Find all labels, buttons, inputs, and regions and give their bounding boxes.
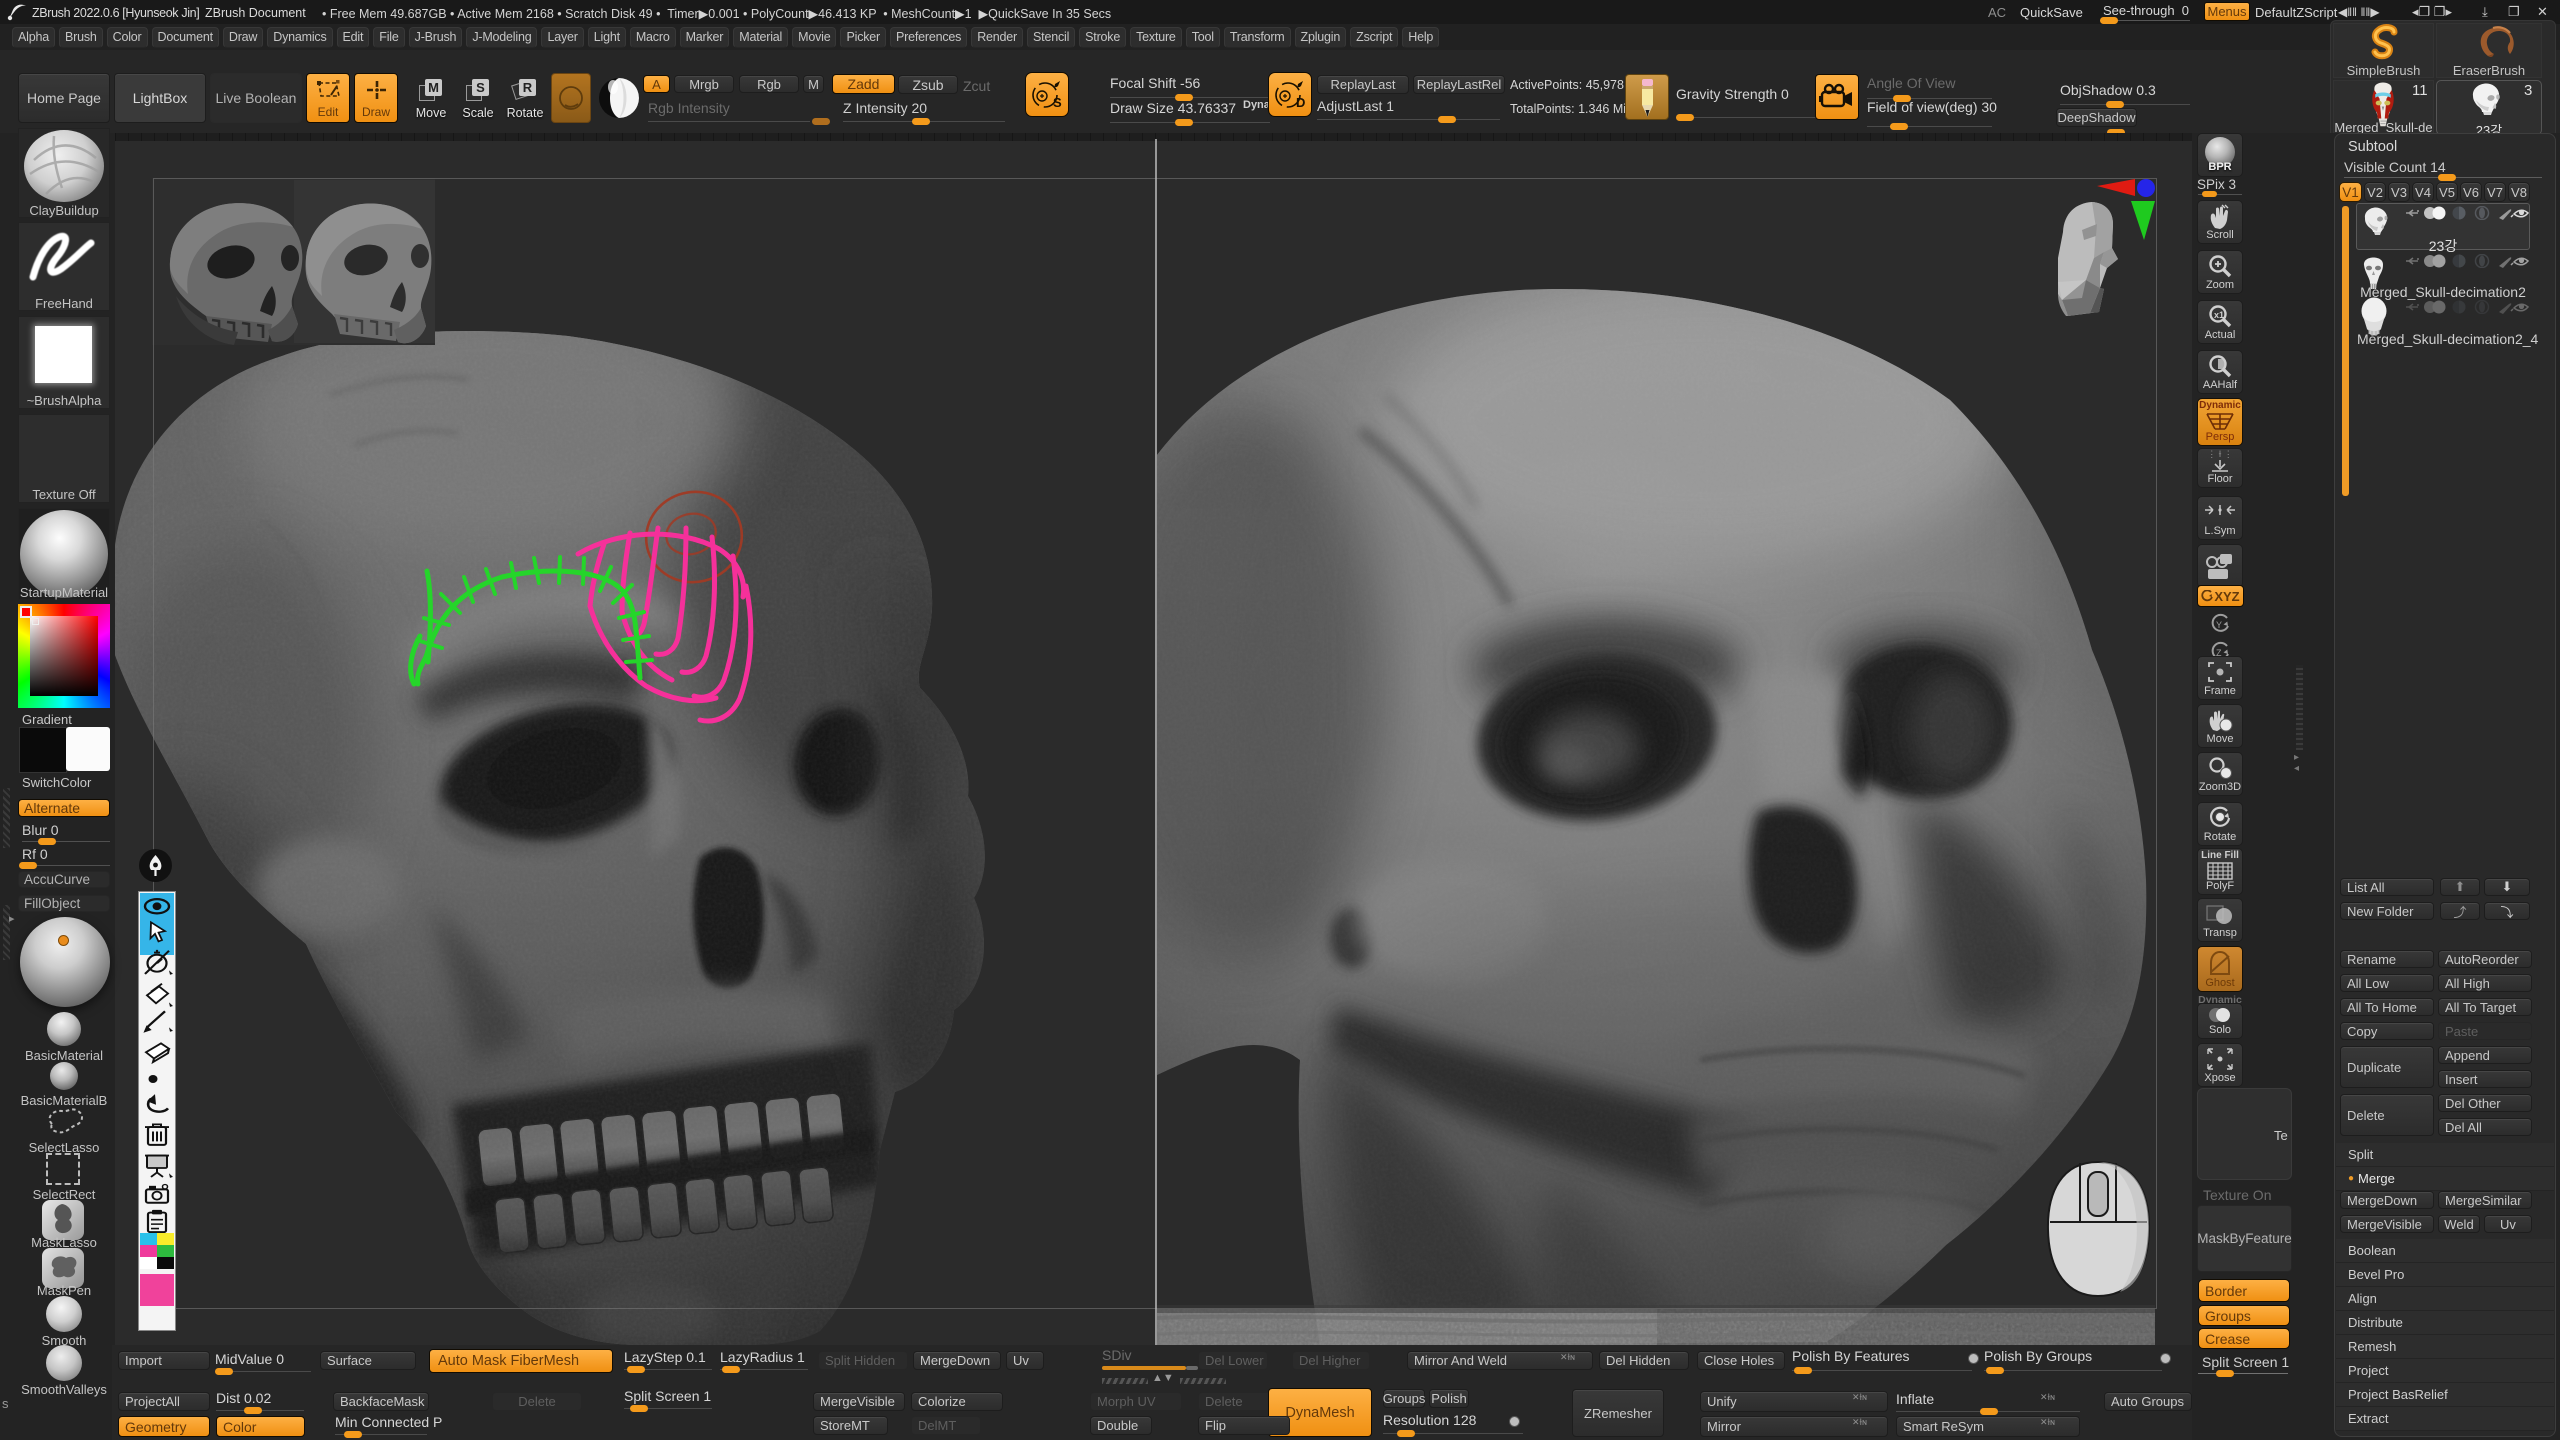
svg-text:S: S bbox=[1053, 95, 1062, 110]
svg-text:Y: Y bbox=[2216, 620, 2222, 630]
svg-text:D: D bbox=[1296, 95, 1305, 110]
svg-text:x1: x1 bbox=[2214, 310, 2224, 320]
